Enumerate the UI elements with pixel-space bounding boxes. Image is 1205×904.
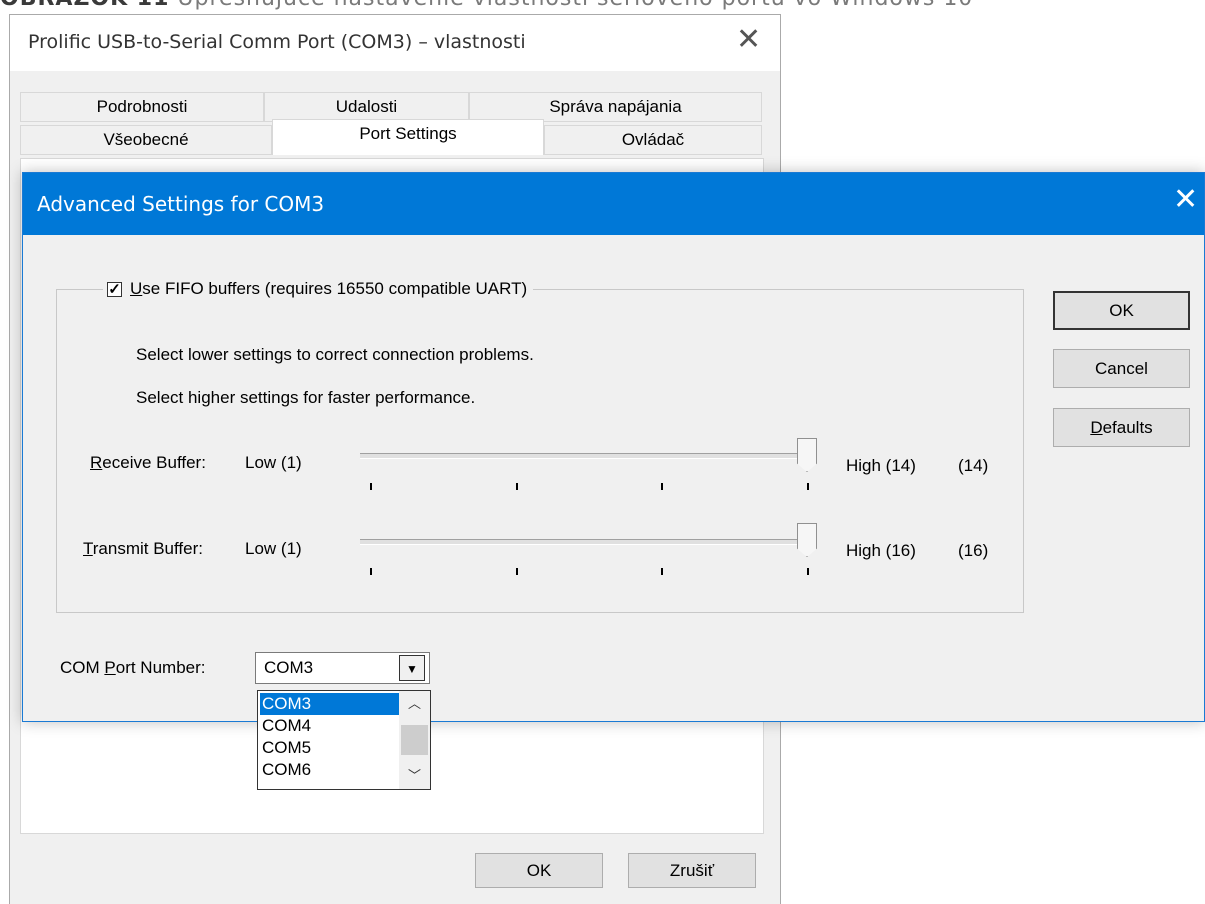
tab-sprava-napajania[interactable]: Správa napájania [469,92,762,122]
com-port-dropdown-list[interactable]: COM3 COM4 COM5 COM6 ︿ ﹀ [257,690,431,790]
tab-udalosti[interactable]: Udalosti [264,92,469,122]
defaults-button[interactable]: Defaults [1053,408,1190,447]
fifo-checkbox-row[interactable]: ✓ Use FIFO buffers (requires 16550 compa… [103,276,534,302]
com-port-selected-value: COM3 [264,658,314,677]
dropdown-scrollbar[interactable]: ︿ ﹀ [399,691,430,789]
slider-tick [370,568,372,575]
hint-higher-text: Select higher settings for faster perfor… [136,388,476,407]
checkmark-icon: ✓ [108,280,121,298]
list-item[interactable]: COM3 [260,693,399,715]
list-item[interactable]: COM5 [260,737,399,759]
scroll-down-icon[interactable]: ﹀ [399,765,430,787]
receive-slider-track[interactable] [360,453,817,459]
receive-low-label: Low (1) [245,453,302,472]
transmit-high-label: High (16) [846,541,916,560]
fifo-checkbox[interactable]: ✓ [107,280,122,298]
advanced-settings-dialog: Advanced Settings for COM3 ✕ ✓ Use FIFO … [22,172,1205,722]
slider-tick [661,483,664,490]
transmit-low-label: Low (1) [245,539,302,558]
properties-titlebar: Prolific USB-to-Serial Comm Port (COM3) … [10,15,780,71]
advanced-titlebar: Advanced Settings for COM3 ✕ [23,173,1204,235]
receive-current-value: (14) [958,456,989,475]
slider-tick [661,568,664,575]
slider-tick [807,568,809,575]
com-port-label: COM Port Number: [60,658,206,677]
list-item[interactable]: COM4 [260,715,399,737]
tab-vseobecne[interactable]: Všeobecné [20,125,272,155]
fifo-checkbox-label: Use FIFO buffers (requires 16550 compati… [130,279,528,298]
advanced-cancel-button[interactable]: Cancel [1053,349,1190,388]
properties-cancel-button[interactable]: Zrušiť [628,853,756,888]
tab-ovladac[interactable]: Ovládač [544,125,762,155]
scrollbar-thumb[interactable] [401,725,428,755]
com-port-select[interactable]: COM3 ▼ [255,652,430,684]
figure-caption-label: OBRÁZOK 11 [0,0,169,11]
advanced-close-icon[interactable]: ✕ [1173,185,1198,215]
transmit-slider-track[interactable] [360,539,817,545]
transmit-current-value: (16) [958,541,989,560]
figure-caption-text: Upresňujúce nastavenie vlastností sériov… [177,0,973,11]
figure-caption: OBRÁZOK 11 Upresňujúce nastavenie vlastn… [0,0,1205,11]
properties-ok-button[interactable]: OK [475,853,603,888]
slider-tick [515,483,518,490]
slider-tick [515,568,518,575]
receive-buffer-label: Receive Buffer: [90,453,206,472]
dropdown-arrow-icon[interactable]: ▼ [399,655,425,681]
slider-tick [807,483,809,490]
tab-port-settings[interactable]: Port Settings [272,119,544,155]
advanced-ok-button[interactable]: OK [1053,291,1190,330]
hint-lower-text: Select lower settings to correct connect… [136,345,534,364]
properties-close-icon[interactable]: ✕ [736,25,761,55]
scroll-up-icon[interactable]: ︿ [399,693,430,715]
transmit-buffer-label: Transmit Buffer: [83,539,203,558]
properties-title: Prolific USB-to-Serial Comm Port (COM3) … [28,31,526,53]
receive-high-label: High (14) [846,456,916,475]
advanced-title: Advanced Settings for COM3 [37,192,325,216]
list-item[interactable]: COM6 [260,759,399,781]
tab-podrobnosti[interactable]: Podrobnosti [20,92,264,122]
fifo-groupbox [56,289,1024,613]
slider-tick [370,483,372,490]
